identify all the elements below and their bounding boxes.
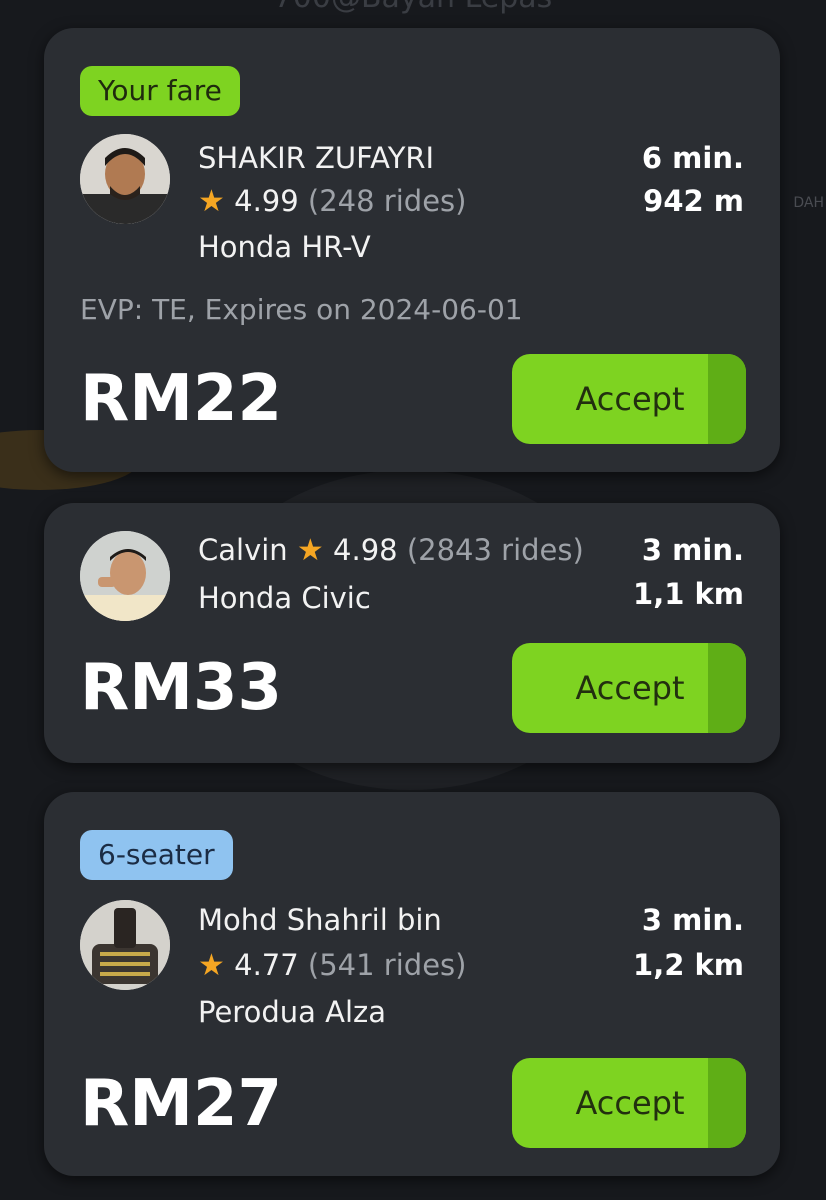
rating-value: 4.98 (333, 533, 398, 567)
accept-button[interactable]: Accept (512, 643, 746, 733)
eta: 3 min. (641, 903, 744, 937)
accept-button[interactable]: Accept (512, 1058, 746, 1148)
accept-button-label: Accept (575, 1084, 685, 1122)
distance: 1,2 km (633, 948, 744, 982)
rides-count: (541 rides) (307, 948, 467, 982)
map-location-label: 700@Bayan Lepas (0, 0, 826, 15)
evp-info: EVP: TE, Expires on 2024-06-01 (80, 293, 523, 326)
six-seater-badge: 6-seater (80, 830, 233, 880)
distance: 1,1 km (633, 577, 744, 611)
rating-value: 4.99 (234, 184, 299, 218)
distance: 942 m (643, 184, 744, 218)
car-model: Honda HR-V (198, 230, 371, 264)
map-edge-label: DAH (793, 195, 824, 211)
star-icon: ★ (198, 184, 225, 219)
driver-rating: ★ 4.99 (248 rides) (198, 184, 466, 219)
driver-offer-card: 6-seater Mohd Shahril bin ★ 4.77 (541 ri… (44, 792, 780, 1176)
driver-name: Mohd Shahril bin (198, 903, 442, 937)
star-icon: ★ (296, 533, 324, 568)
car-model: Honda Civic (198, 581, 371, 615)
driver-offer-card: Your fare SHAKIR ZUFAYRI ★ 4.99 (248 rid… (44, 28, 780, 472)
your-fare-badge: Your fare (80, 66, 240, 116)
accept-button-label: Accept (575, 669, 685, 707)
driver-avatar-icon (80, 134, 170, 224)
fare-price: RM27 (80, 1067, 283, 1141)
eta: 6 min. (641, 141, 744, 175)
driver-rating: ★ 4.77 (541 rides) (198, 948, 466, 983)
star-icon: ★ (198, 948, 225, 983)
driver-offer-card: Calvin ★ 4.98 (2843 rides) Honda Civic 3… (44, 503, 780, 763)
driver-avatar-icon (80, 900, 170, 990)
rating-value: 4.77 (234, 948, 299, 982)
eta: 3 min. (641, 533, 744, 567)
driver-name: SHAKIR ZUFAYRI (198, 141, 435, 175)
accept-button-label: Accept (575, 380, 685, 418)
fare-price: RM22 (80, 362, 283, 436)
driver-avatar-icon (80, 531, 170, 621)
rides-count: (2843 rides) (406, 533, 584, 567)
car-model: Perodua Alza (198, 995, 386, 1029)
fare-price: RM33 (80, 651, 283, 725)
accept-button[interactable]: Accept (512, 354, 746, 444)
driver-name: Calvin (198, 533, 288, 567)
driver-name-rating: Calvin ★ 4.98 (2843 rides) (198, 533, 584, 568)
rides-count: (248 rides) (307, 184, 467, 218)
